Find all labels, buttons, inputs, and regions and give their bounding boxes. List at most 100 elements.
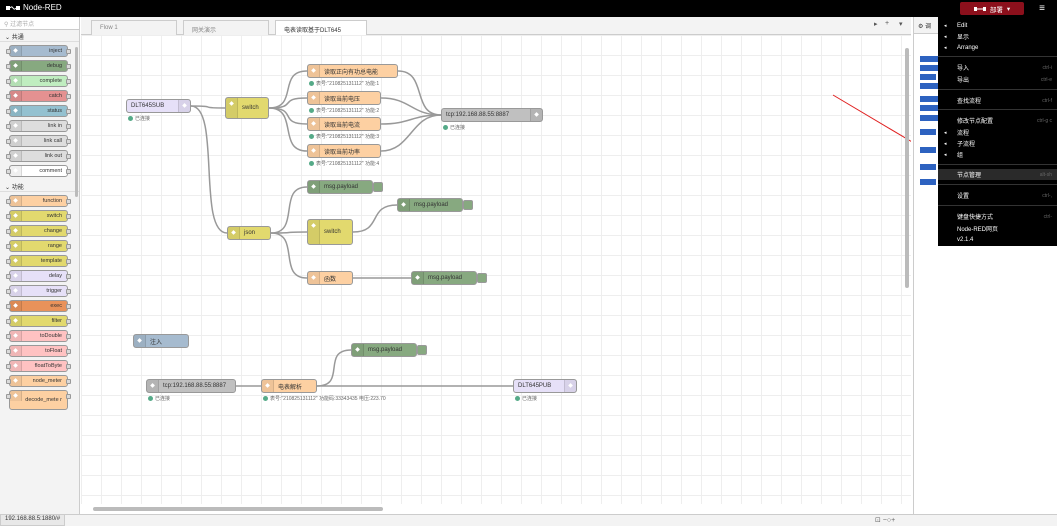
tab-menu-icon[interactable]: ▾ <box>899 20 903 28</box>
wire[interactable] <box>380 114 442 152</box>
output-port <box>66 274 71 279</box>
tab-flow-1[interactable]: Flow 1 <box>91 20 177 35</box>
tab-dlt645[interactable]: 电表读取基于DLT645 <box>275 20 367 36</box>
input-port <box>6 199 11 204</box>
wire[interactable] <box>190 105 228 234</box>
canvas-vertical-scrollbar[interactable] <box>905 48 909 288</box>
menu-item[interactable]: ◂ 显示 <box>938 31 1057 42</box>
menu-item[interactable]: 导入 ctrl-i <box>938 62 1057 73</box>
wire[interactable] <box>268 107 308 125</box>
debug-toggle-button[interactable] <box>463 200 473 210</box>
flow-canvas[interactable]: ◆ DLT645SUB 已连接 ◆ switch ◆ 读取正向有功总电能 表号:"210825… <box>81 35 911 504</box>
deploy-button[interactable]: 部署 ▾ <box>960 2 1024 15</box>
function-node[interactable]: ◆ 读取当前电流 <box>307 117 381 131</box>
node-label: 读取正向有功总电能 <box>324 69 379 76</box>
debug-toggle-button[interactable] <box>373 182 383 192</box>
switch-node[interactable]: ◆ switch <box>225 97 269 119</box>
deploy-dropdown-icon[interactable]: ▾ <box>1007 5 1010 13</box>
menu-item[interactable]: 修改节点配置 ctrl-g c <box>938 115 1057 126</box>
mqtt-out-node[interactable]: ◆ DLT645PUB <box>513 379 577 393</box>
node-label: 注入 <box>150 339 163 346</box>
inject-node[interactable]: ◆ 注入 <box>133 334 189 348</box>
wire[interactable] <box>268 97 308 109</box>
palette-node-delay[interactable]: ◆ delay <box>6 270 71 282</box>
wire[interactable] <box>316 349 352 387</box>
status-dot-icon <box>309 161 314 166</box>
palette-node-trigger[interactable]: ◆ trigger <box>6 285 71 297</box>
status-dot-icon <box>309 134 314 139</box>
sidebar-tab-label[interactable]: 调 <box>925 24 931 30</box>
menu-item[interactable]: 查找流程 ctrl-f <box>938 95 1057 106</box>
palette-node-change[interactable]: ◆ change <box>6 225 71 237</box>
palette-node-link-out[interactable]: ◆ link out <box>6 150 71 162</box>
palette-node-floatToByte[interactable]: ◆ floatToByte <box>6 360 71 372</box>
palette-category[interactable]: ⌄ 共通 <box>0 30 79 42</box>
zoom-controls[interactable]: ⊡ −○+ <box>875 516 895 524</box>
palette-node-complete[interactable]: ◆ complete <box>6 75 71 87</box>
palette-node-link-call[interactable]: ◆ link call <box>6 135 71 147</box>
palette-node-status[interactable]: ◆ status <box>6 105 71 117</box>
menu-item[interactable]: 设置 ctrl-, <box>938 190 1057 201</box>
node-icon: ◆ <box>564 380 576 392</box>
palette-node-node_meter[interactable]: ◆ node_meter <box>6 375 71 387</box>
palette-node-toFloat[interactable]: ◆ toFloat <box>6 345 71 357</box>
debug-node[interactable]: ◆ msg.payload <box>351 343 427 357</box>
palette-node-link-in[interactable]: ◆ link in <box>6 120 71 132</box>
debug-toggle-button[interactable] <box>477 273 487 283</box>
palette-node-toDouble[interactable]: ◆ toDouble <box>6 330 71 342</box>
tcp-request-node[interactable]: ◆ tcp:192.168.88.55:8887 <box>441 108 543 122</box>
menu-item[interactable]: 键盘快捷方式 ctrl- <box>938 211 1057 222</box>
palette-filter-input[interactable]: ⚲ 过滤节点 <box>0 17 79 30</box>
tab-gateway-demo[interactable]: 网关演示 <box>183 20 269 35</box>
palette-node-function[interactable]: ◆ function <box>6 195 71 207</box>
input-port <box>6 49 11 54</box>
palette-scrollbar[interactable] <box>75 47 78 197</box>
debug-node[interactable]: ◆ msg.payload <box>397 198 473 212</box>
switch-node[interactable]: ◆ switch <box>307 219 353 245</box>
menu-item[interactable]: 节点管理 alt-sh <box>938 169 1057 180</box>
hamburger-icon[interactable]: ≡ <box>1032 2 1052 15</box>
mqtt-in-node[interactable]: ◆ DLT645SUB <box>126 99 191 113</box>
menu-item[interactable]: ◂ 流程 <box>938 127 1057 138</box>
json-node[interactable]: ◆ json <box>227 226 271 240</box>
palette-node-switch[interactable]: ◆ switch <box>6 210 71 222</box>
node-status: 表号:"210825131112" 功能:4 <box>309 160 379 167</box>
menu-item[interactable]: ◂ Edit <box>938 20 1057 31</box>
palette-node-decode_mete-r[interactable]: ◆ decode_mete r <box>6 390 71 410</box>
debug-toggle-button[interactable] <box>417 345 427 355</box>
meter-parse-node[interactable]: ◆ 电表解析 <box>261 379 317 393</box>
palette-node-inject[interactable]: ◆ inject <box>6 45 71 57</box>
menu-item[interactable]: 导出 ctrl-e <box>938 74 1057 85</box>
menu-item[interactable]: Node-RED网页 <box>938 223 1057 234</box>
wire[interactable] <box>352 204 398 233</box>
debug-node[interactable]: ◆ msg.payload <box>411 271 487 285</box>
tcp-in-node[interactable]: ◆ tcp:192.168.88.55:8887 <box>146 379 236 393</box>
menu-item[interactable]: ◂ Arrange <box>938 42 1057 53</box>
canvas-horizontal-scrollbar[interactable] <box>93 507 383 511</box>
wire[interactable] <box>270 232 308 279</box>
input-port <box>6 244 11 249</box>
palette-node-filter[interactable]: ◆ filter <box>6 315 71 327</box>
palette-category[interactable]: ⌄ 功能 <box>0 180 79 192</box>
add-tab-icon[interactable]: + <box>885 20 889 27</box>
palette-node-template[interactable]: ◆ template <box>6 255 71 267</box>
menu-item[interactable]: v2.1.4 <box>938 234 1057 245</box>
debug-node[interactable]: ◆ msg.payload <box>307 180 383 194</box>
palette-node-catch[interactable]: ◆ catch <box>6 90 71 102</box>
palette-node-comment[interactable]: ◆ comment <box>6 165 71 177</box>
menu-separator <box>938 109 1057 110</box>
node-icon: ◆ <box>10 391 22 401</box>
input-port <box>6 109 11 114</box>
wire[interactable] <box>270 186 308 234</box>
menu-item[interactable]: ◂ 组 <box>938 149 1057 160</box>
menu-item[interactable]: ◂ 子流程 <box>938 138 1057 149</box>
function-node[interactable]: ◆ 读取当前功率 <box>307 144 381 158</box>
palette-node-debug[interactable]: ◆ debug <box>6 60 71 72</box>
wire[interactable] <box>397 70 442 116</box>
scroll-right-icon[interactable]: ▸ <box>874 20 878 28</box>
function-node[interactable]: ◆ 读取正向有功总电能 <box>307 64 398 78</box>
palette-node-range[interactable]: ◆ range <box>6 240 71 252</box>
function-node[interactable]: ◆ 读取当前电压 <box>307 91 381 105</box>
palette-node-exec[interactable]: ◆ exec <box>6 300 71 312</box>
function-node[interactable]: ◆ 函数 <box>307 271 353 285</box>
